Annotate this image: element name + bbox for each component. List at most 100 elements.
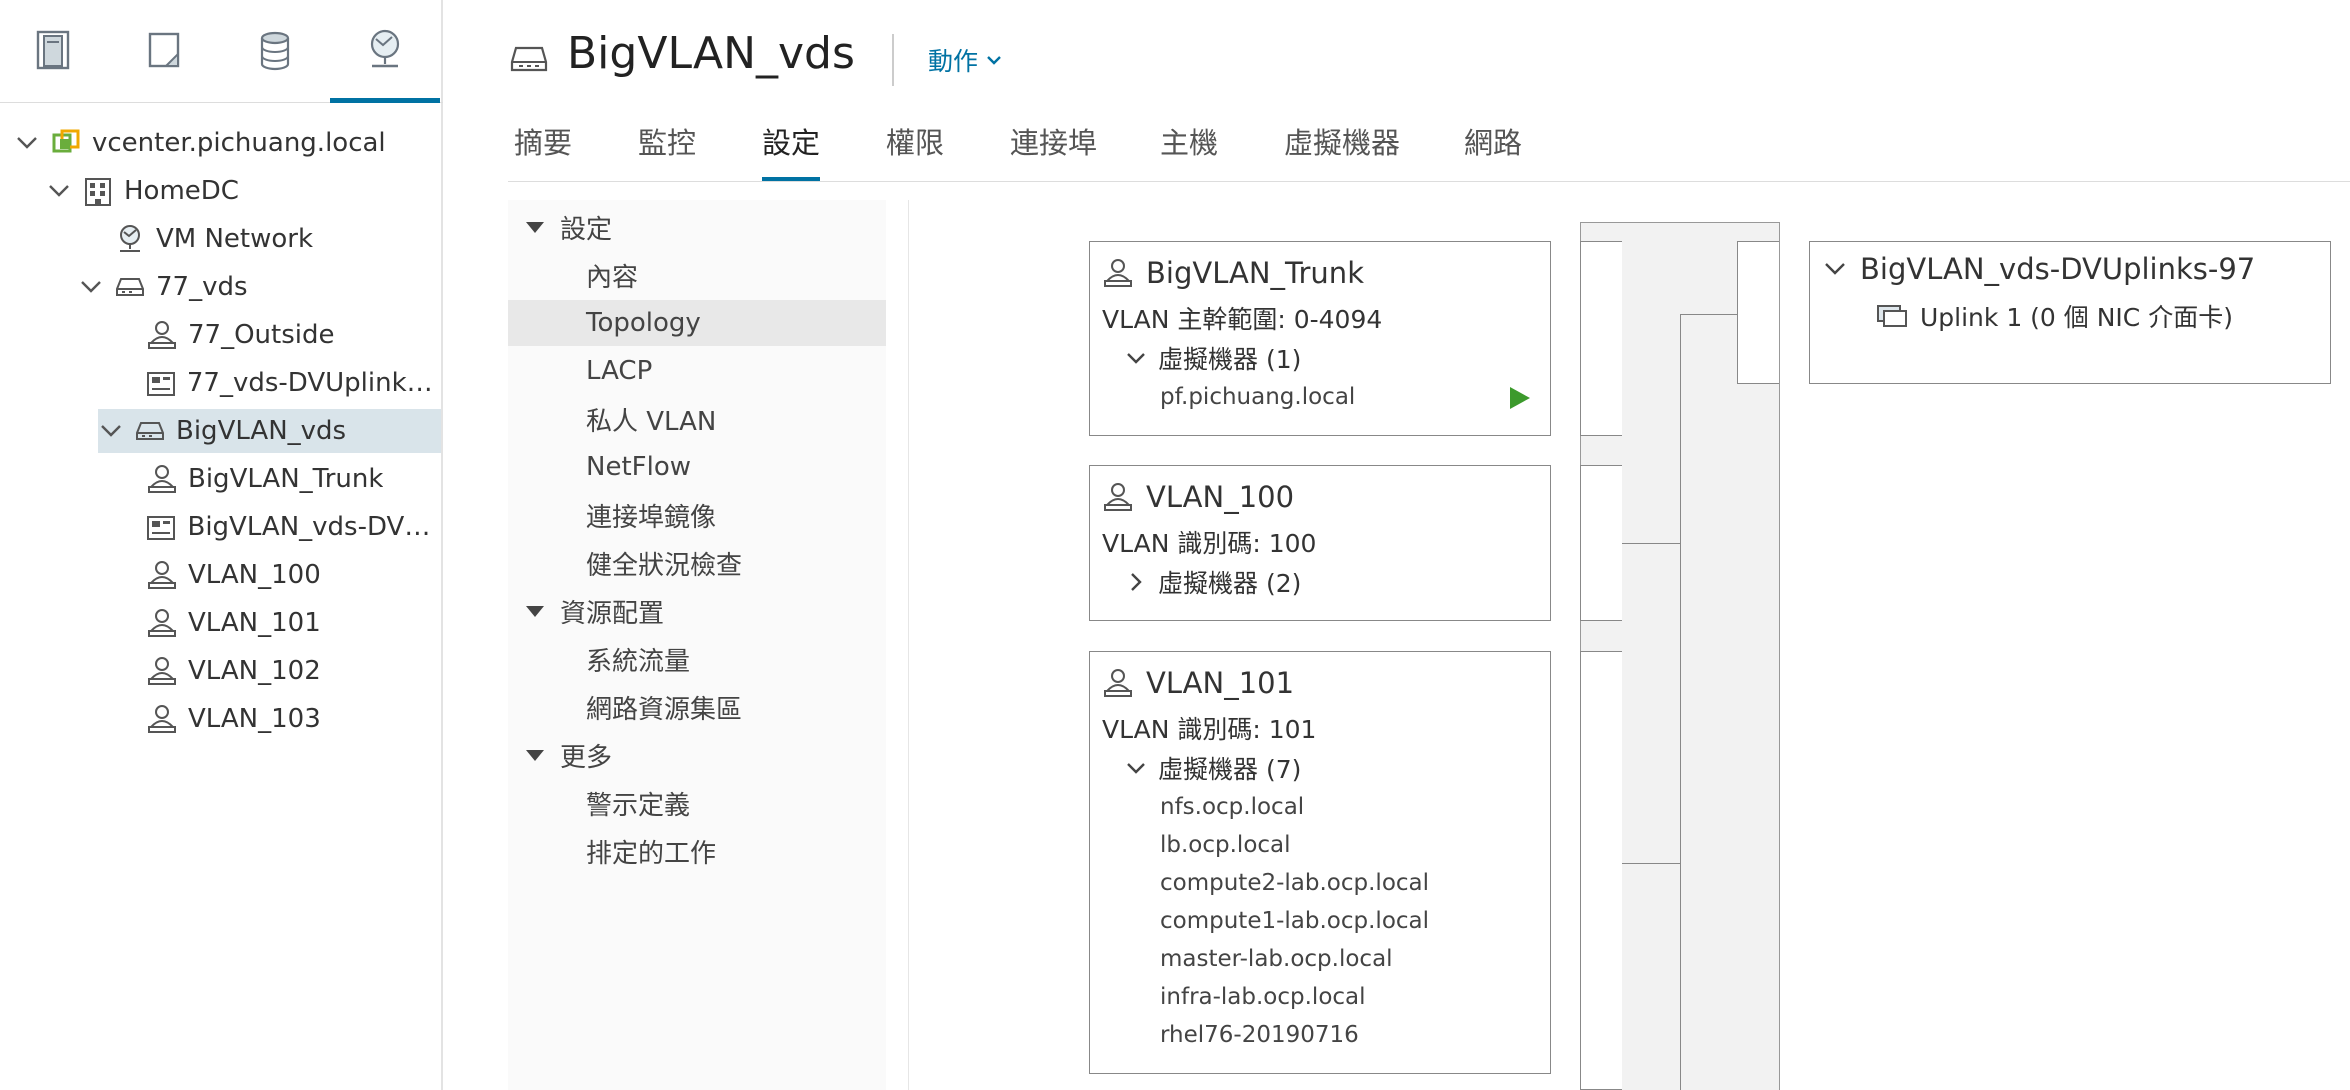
settings-item[interactable]: 排定的工作 bbox=[508, 828, 886, 874]
settings-item[interactable]: 系統流量 bbox=[508, 636, 886, 682]
tree-item[interactable]: VLAN_102 bbox=[0, 649, 443, 693]
portgroup-card: BigVLAN_Trunk VLAN 主幹範圍: 0-4094 虛擬機器 (1)… bbox=[1089, 241, 1551, 436]
portgroup-title[interactable]: VLAN_101 bbox=[1102, 666, 1294, 700]
tree-item[interactable]: BigVLAN_Trunk bbox=[0, 457, 443, 501]
tree-item[interactable]: 77_Outside bbox=[0, 313, 443, 357]
title-separator bbox=[892, 34, 894, 86]
tree-item-label: 77_Outside bbox=[188, 320, 335, 350]
caret-down-icon bbox=[526, 749, 544, 761]
tree-item[interactable]: VLAN_101 bbox=[0, 601, 443, 645]
tab-ports[interactable]: 連接埠 bbox=[1010, 120, 1097, 182]
networking-tab[interactable] bbox=[330, 0, 440, 103]
tree-item[interactable]: BigVLAN_vds bbox=[98, 409, 441, 453]
settings-item[interactable]: NetFlow bbox=[508, 444, 886, 490]
vlan-range-text: VLAN 主幹範圍: 0-4094 bbox=[1102, 305, 1383, 334]
settings-item[interactable]: 內容 bbox=[508, 252, 886, 298]
tree-item-label: VM Network bbox=[156, 224, 314, 254]
chevron-down-icon[interactable] bbox=[98, 418, 124, 444]
tab-networks[interactable]: 網路 bbox=[1464, 120, 1522, 182]
settings-item[interactable]: 網路資源集區 bbox=[508, 684, 886, 730]
settings-group[interactable]: 設定 bbox=[508, 204, 886, 250]
settings-item-label: LACP bbox=[586, 356, 653, 386]
tree-item[interactable]: VLAN_100 bbox=[0, 553, 443, 597]
vm-item[interactable]: nfs.ocp.local bbox=[1160, 794, 1304, 820]
vm-item[interactable]: pf.pichuang.local bbox=[1160, 384, 1355, 410]
vcenter-icon bbox=[52, 129, 80, 153]
vm-group-toggle[interactable]: 虛擬機器 (1) bbox=[1126, 340, 1301, 376]
chevron-down-icon[interactable] bbox=[46, 178, 72, 204]
settings-item-label: 網路資源集區 bbox=[586, 694, 743, 725]
vm-item[interactable]: rhel76-20190716 bbox=[1160, 1022, 1359, 1048]
vm-item[interactable]: compute2-lab.ocp.local bbox=[1160, 870, 1429, 896]
portgroup-icon bbox=[148, 657, 176, 685]
storage-tab[interactable] bbox=[220, 0, 330, 102]
vms-templates-icon bbox=[148, 32, 180, 68]
vm-item[interactable]: master-lab.ocp.local bbox=[1160, 946, 1393, 972]
tree-item[interactable]: vcenter.pichuang.local bbox=[0, 121, 443, 165]
running-icon bbox=[1510, 387, 1530, 409]
tab-permissions[interactable]: 權限 bbox=[886, 120, 944, 182]
settings-group[interactable]: 更多 bbox=[508, 732, 886, 778]
vm-group-toggle[interactable]: 虛擬機器 (2) bbox=[1126, 564, 1301, 600]
tab-monitor[interactable]: 監控 bbox=[638, 120, 696, 182]
distributed-switch-icon bbox=[116, 278, 144, 296]
trunk-line bbox=[1680, 314, 1737, 315]
vm-group-label: 虛擬機器 (2) bbox=[1158, 569, 1302, 598]
settings-group[interactable]: 資源配置 bbox=[508, 588, 886, 634]
navigator-panel: vcenter.pichuang.local HomeDC VM Network 77… bbox=[0, 0, 443, 1090]
vm-group-label: 虛擬機器 (1) bbox=[1158, 345, 1302, 374]
actions-menu-button[interactable]: 動作 bbox=[928, 42, 1002, 78]
port-connector bbox=[1580, 465, 1622, 621]
settings-item[interactable]: Topology bbox=[508, 300, 886, 346]
hosts-clusters-tab[interactable] bbox=[0, 0, 110, 102]
portgroup-title[interactable]: VLAN_100 bbox=[1102, 480, 1294, 514]
chevron-down-icon bbox=[1825, 263, 1845, 275]
tab-hosts[interactable]: 主機 bbox=[1160, 120, 1218, 182]
tree-item[interactable]: BigVLAN_vds-DVU... bbox=[0, 505, 443, 549]
settings-group-label: 更多 bbox=[560, 742, 613, 773]
settings-item[interactable]: 健全狀況檢查 bbox=[508, 540, 886, 586]
chevron-down-icon[interactable] bbox=[78, 274, 104, 300]
vm-group-toggle[interactable]: 虛擬機器 (7) bbox=[1126, 750, 1301, 786]
uplink-item[interactable]: Uplink 1 (0 個 NIC 介面卡) bbox=[1876, 298, 2233, 334]
vm-item[interactable]: compute1-lab.ocp.local bbox=[1160, 908, 1429, 934]
chevron-down-icon bbox=[1127, 353, 1145, 364]
portgroup-link-line bbox=[1622, 863, 1680, 864]
settings-item[interactable]: LACP bbox=[508, 348, 886, 394]
portgroup-icon bbox=[1104, 483, 1132, 511]
distributed-switch-icon bbox=[136, 422, 164, 440]
portgroup-name: BigVLAN_Trunk bbox=[1146, 256, 1364, 290]
portgroup-card: VLAN_101 VLAN 識別碼: 101 虛擬機器 (7) nfs.ocp.… bbox=[1089, 651, 1551, 1074]
settings-item[interactable]: 連接埠鏡像 bbox=[508, 492, 886, 538]
settings-item-label: 排定的工作 bbox=[586, 838, 717, 869]
caret-down-icon bbox=[526, 605, 544, 617]
tree-item-label: BigVLAN_Trunk bbox=[188, 464, 384, 494]
uplink-group-toggle[interactable]: BigVLAN_vds-DVUplinks-97 bbox=[1824, 252, 2255, 286]
chevron-down-icon[interactable] bbox=[14, 130, 40, 156]
portgroup-title[interactable]: BigVLAN_Trunk bbox=[1102, 256, 1364, 290]
tree-item[interactable]: VLAN_103 bbox=[0, 697, 443, 741]
settings-item-label: NetFlow bbox=[586, 452, 691, 482]
chevron-down-icon bbox=[987, 56, 1001, 65]
tree-item[interactable]: HomeDC bbox=[0, 169, 443, 213]
tree-item[interactable]: 77_vds bbox=[0, 265, 443, 309]
tree-item-label: 77_vds bbox=[156, 272, 248, 302]
vms-templates-tab[interactable] bbox=[110, 0, 220, 102]
tree-item-label: VLAN_101 bbox=[188, 608, 321, 638]
tab-configure[interactable]: 設定 bbox=[762, 120, 821, 182]
tab-summary[interactable]: 摘要 bbox=[514, 120, 572, 182]
tab-vms[interactable]: 虛擬機器 bbox=[1284, 120, 1400, 182]
settings-item-label: 內容 bbox=[586, 262, 639, 293]
settings-item[interactable]: 警示定義 bbox=[508, 780, 886, 826]
tree-item[interactable]: 77_vds-DVUplinks-... bbox=[0, 361, 443, 405]
settings-item-label: 警示定義 bbox=[586, 790, 691, 821]
tree-item[interactable]: VM Network bbox=[0, 217, 443, 261]
settings-item[interactable]: 私人 VLAN bbox=[508, 396, 886, 442]
vm-item[interactable]: lb.ocp.local bbox=[1160, 832, 1291, 858]
vm-item[interactable]: infra-lab.ocp.local bbox=[1160, 984, 1366, 1010]
portgroup-icon bbox=[148, 609, 176, 637]
tree-item-label: BigVLAN_vds bbox=[176, 416, 347, 446]
